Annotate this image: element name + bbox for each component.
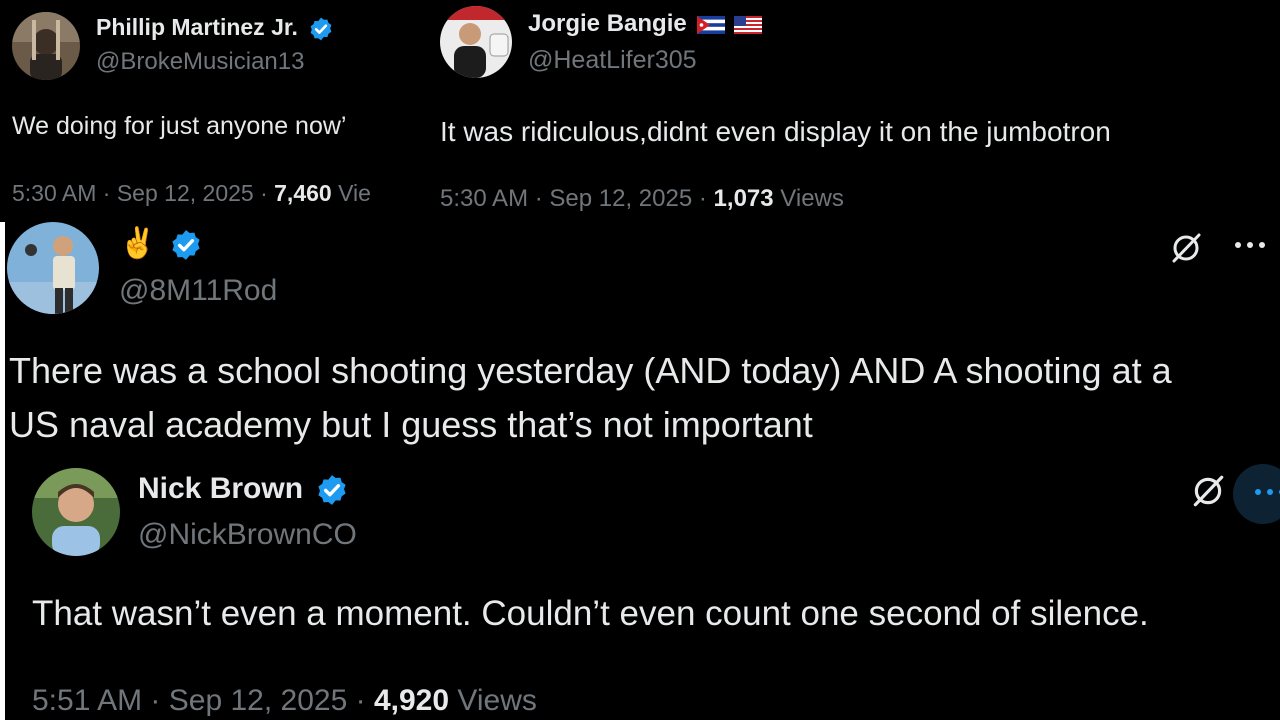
views-label: Views <box>780 185 844 212</box>
tweet-text-line-1: There was a school shooting yesterday (A… <box>9 350 1172 391</box>
display-name-text: Phillip Martinez Jr. <box>96 14 298 40</box>
tweet-card-nick: Nick Brown @NickBrownCO That wasn’t even… <box>5 464 1280 720</box>
tweet-text: That wasn’t even a moment. Couldn’t even… <box>32 594 1149 633</box>
handle[interactable]: @NickBrownCO <box>138 518 357 552</box>
display-name-text: ✌️ <box>119 227 157 260</box>
avatar-image <box>440 6 512 78</box>
separator: · <box>102 180 111 206</box>
grok-icon[interactable] <box>1168 230 1204 266</box>
display-name-text: Nick Brown <box>138 472 304 505</box>
verified-badge-icon <box>308 16 334 42</box>
avatar[interactable] <box>32 468 120 556</box>
more-icon[interactable] <box>1233 464 1280 524</box>
tweet-date[interactable]: Sep 12, 2025 <box>169 684 348 717</box>
tweet-text: We doing for just anyone now’ <box>12 112 347 140</box>
views-label: Views <box>457 684 537 717</box>
separator: · <box>150 684 161 717</box>
us-flag-icon <box>734 15 763 34</box>
avatar-image <box>12 12 80 80</box>
display-name[interactable]: Phillip Martinez Jr. <box>96 14 334 42</box>
cuba-flag-icon <box>697 15 726 34</box>
display-name[interactable]: ✌️ <box>119 226 203 262</box>
more-icon[interactable] <box>1233 240 1267 250</box>
avatar-image <box>32 468 120 556</box>
separator: · <box>698 185 707 212</box>
tweet-time[interactable]: 5:30 AM <box>12 180 96 206</box>
tweet-date[interactable]: Sep 12, 2025 <box>549 185 692 212</box>
avatar[interactable] <box>12 12 80 80</box>
views-count: 4,920 <box>373 684 450 717</box>
handle[interactable]: @8M11Rod <box>119 274 277 308</box>
tweet-meta: 5:30 AM · Sep 12, 2025 · 1,073 Views <box>440 185 844 213</box>
avatar[interactable] <box>440 6 512 78</box>
views-count: 1,073 <box>713 185 774 212</box>
avatar-image <box>7 222 99 314</box>
verified-badge-icon <box>169 228 203 262</box>
tweet-time[interactable]: 5:51 AM <box>32 684 142 717</box>
tweet-text-line-2: US naval academy but I guess that’s not … <box>9 404 813 445</box>
views-count: 7,460 <box>274 180 332 206</box>
display-name[interactable]: Nick Brown <box>138 472 349 507</box>
display-name[interactable]: Jorgie Bangie <box>528 10 763 38</box>
display-name-text: Jorgie Bangie <box>528 10 687 37</box>
separator: · <box>260 180 268 206</box>
tweet-text: It was ridiculous,didnt even display it … <box>440 116 1111 147</box>
tweet-time[interactable]: 5:30 AM <box>440 185 528 212</box>
grok-icon[interactable] <box>1189 472 1227 510</box>
verified-badge-icon <box>315 473 349 507</box>
tweet-meta: 5:51 AM · Sep 12, 2025 · 4,920 Views <box>32 684 537 718</box>
separator: · <box>355 684 366 717</box>
tweet-date[interactable]: Sep 12, 2025 <box>117 180 254 206</box>
views-label: Vie <box>338 180 371 206</box>
handle[interactable]: @HeatLifer305 <box>528 46 697 75</box>
handle[interactable]: @BrokeMusician13 <box>96 48 304 76</box>
tweet-card-phillip: Phillip Martinez Jr. @BrokeMusician13 We… <box>0 0 432 222</box>
tweet-meta: 5:30 AM · Sep 12, 2025 · 7,460 Vie <box>12 180 371 207</box>
separator: · <box>534 185 543 212</box>
tweet-card-jorgie: Jorgie Bangie @HeatLifer305 It was ridic… <box>432 0 1280 222</box>
avatar[interactable] <box>7 222 99 314</box>
tweet-card-8m11rod: ✌️ @8M11Rod There was a school shooting … <box>5 222 1280 464</box>
